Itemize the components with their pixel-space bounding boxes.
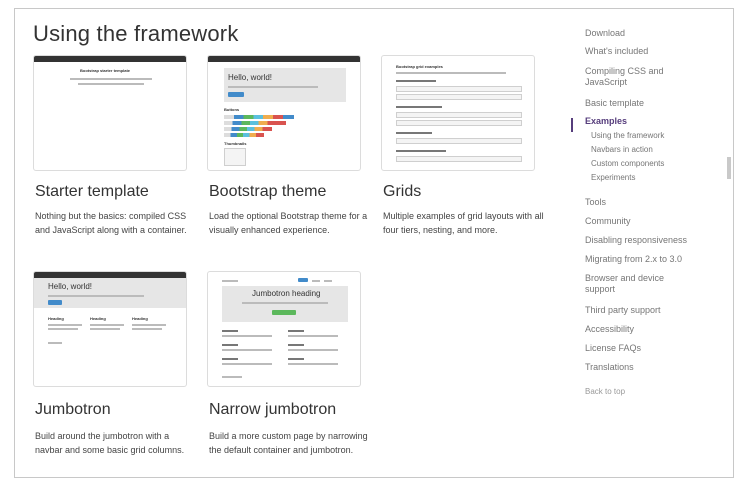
thumb-column-heading: Heading (48, 316, 64, 321)
sidebar-subitem-using-framework[interactable]: Using the framework (591, 131, 664, 140)
thumb-heading: Hello, world! (228, 73, 273, 82)
page-frame: Using the framework Bootstrap starter te… (14, 8, 734, 478)
thumb-grid-row (396, 86, 522, 92)
thumb-line (70, 78, 152, 80)
sidebar-item-license-faqs[interactable]: License FAQs (585, 343, 705, 354)
card-title[interactable]: Narrow jumbotron (209, 401, 336, 419)
thumb-heading: Hello, world! (48, 282, 93, 291)
card-title[interactable]: Bootstrap theme (209, 183, 326, 201)
thumb-nav-pill (298, 278, 308, 282)
thumb-line (288, 335, 338, 337)
thumb-button (228, 92, 244, 97)
thumb-subheading: Buttons (224, 107, 240, 112)
theme-thumbnail[interactable]: Hello, world! Buttons Thumbnails (207, 55, 361, 171)
thumb-button-row (224, 133, 264, 137)
thumb-line (222, 280, 238, 282)
thumb-line (288, 330, 304, 332)
thumb-line (90, 324, 124, 326)
thumb-line (132, 328, 162, 330)
sidebar-item-migrating[interactable]: Migrating from 2.x to 3.0 (585, 254, 715, 265)
thumb-line (242, 302, 328, 304)
thumb-grid-row (396, 156, 522, 162)
thumb-button-row (224, 121, 286, 125)
thumb-line (312, 280, 320, 282)
card-title[interactable]: Starter template (35, 183, 149, 201)
card-description: Multiple examples of grid layouts with a… (383, 211, 544, 235)
docs-sidebar-nav: Download What's included Compiling CSS a… (571, 9, 731, 477)
narrow-jumbotron-thumbnail[interactable]: Jumbotron heading (207, 271, 361, 387)
thumb-line (222, 358, 238, 360)
sidebar-item-translations[interactable]: Translations (585, 362, 705, 373)
grids-thumbnail[interactable]: Bootstrap grid examples (381, 55, 535, 171)
jumbotron-thumbnail[interactable]: Hello, world! Heading Heading Heading (33, 271, 187, 387)
thumb-line (222, 363, 272, 365)
thumb-line (396, 150, 446, 152)
thumb-button (272, 310, 296, 315)
thumb-button-row (224, 127, 272, 131)
card-title[interactable]: Grids (383, 183, 421, 201)
thumb-line (396, 132, 432, 134)
thumb-line (90, 328, 120, 330)
sidebar-item-whats-included[interactable]: What's included (585, 46, 705, 57)
thumb-line (48, 295, 144, 297)
thumb-line (288, 344, 304, 346)
active-indicator (571, 118, 573, 132)
thumb-line (396, 106, 442, 108)
thumb-line (48, 342, 62, 344)
thumb-line (222, 349, 272, 351)
thumb-line (222, 330, 238, 332)
card-description: Load the optional Bootstrap theme for a … (209, 211, 368, 235)
card-title[interactable]: Jumbotron (35, 401, 111, 419)
thumb-line (78, 83, 144, 85)
sidebar-item-tools[interactable]: Tools (585, 197, 705, 208)
thumb-navbar (208, 56, 360, 62)
card-description: Nothing but the basics: compiled CSS and… (35, 211, 187, 235)
thumb-grid-row (396, 94, 522, 100)
sidebar-item-community[interactable]: Community (585, 216, 705, 227)
thumb-line (396, 72, 506, 74)
sidebar-subitem-navbars[interactable]: Navbars in action (591, 145, 653, 154)
card-description: Build a more custom page by narrowing th… (209, 431, 368, 455)
sidebar-subitem-experiments[interactable]: Experiments (591, 173, 635, 182)
thumb-column-heading: Heading (132, 316, 148, 321)
back-to-top-link[interactable]: Back to top (585, 387, 625, 396)
thumb-subheading: Thumbnails (224, 141, 247, 146)
thumb-line (288, 349, 338, 351)
thumb-navbar (34, 56, 186, 62)
thumb-button (48, 300, 62, 305)
thumb-line (324, 280, 332, 282)
thumb-image-placeholder (224, 148, 246, 166)
thumb-line (228, 86, 318, 88)
sidebar-item-download[interactable]: Download (585, 28, 705, 39)
sidebar-item-disabling-responsiveness[interactable]: Disabling responsiveness (585, 235, 715, 246)
thumb-line (222, 344, 238, 346)
sidebar-item-compiling[interactable]: Compiling CSS and JavaScript (585, 66, 675, 88)
thumb-button-row (224, 115, 294, 119)
thumb-heading: Bootstrap grid examples (396, 64, 443, 69)
thumb-column-heading: Heading (90, 316, 106, 321)
sidebar-item-browser-support[interactable]: Browser and device support (585, 273, 685, 295)
thumb-line (48, 328, 78, 330)
scrollbar-thumb[interactable] (727, 157, 731, 179)
page-title: Using the framework (33, 21, 239, 46)
thumb-line (396, 80, 436, 82)
thumb-line (132, 324, 166, 326)
thumb-line (222, 335, 272, 337)
thumb-line (222, 376, 242, 378)
sidebar-item-accessibility[interactable]: Accessibility (585, 324, 705, 335)
thumb-line (48, 324, 82, 326)
thumb-heading: Jumbotron heading (252, 289, 321, 298)
sidebar-subitem-custom-components[interactable]: Custom components (591, 159, 664, 168)
sidebar-item-examples[interactable]: Examples (585, 116, 705, 127)
card-description: Build around the jumbotron with a navbar… (35, 431, 185, 455)
sidebar-item-third-party[interactable]: Third party support (585, 305, 705, 316)
thumb-grid-row (396, 138, 522, 144)
thumb-heading: Bootstrap starter template (80, 68, 131, 73)
thumb-grid-row (396, 112, 522, 118)
sidebar-item-basic-template[interactable]: Basic template (585, 98, 705, 109)
starter-thumbnail[interactable]: Bootstrap starter template (33, 55, 187, 171)
thumb-grid-row (396, 120, 522, 126)
thumb-line (288, 358, 304, 360)
thumb-line (288, 363, 338, 365)
